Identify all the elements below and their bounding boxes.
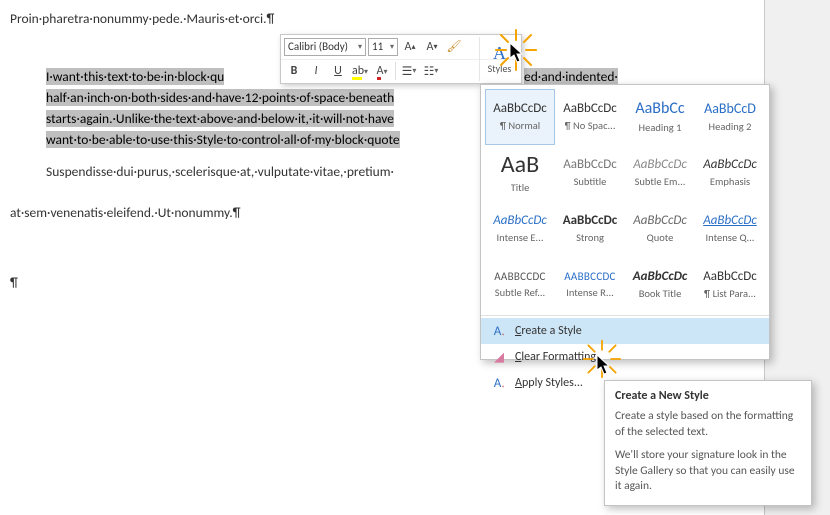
style-gallery-item[interactable]: AABBCCDC Subtle Ref... xyxy=(485,257,555,313)
body-text-line: Suspendisse·dui·purus,·scelerisque·at,·v… xyxy=(46,162,394,183)
font-color-button[interactable]: A▾ xyxy=(372,61,392,81)
font-size-value: 11 xyxy=(372,40,383,53)
style-preview: AaBbCcDc xyxy=(703,214,757,227)
body-text-selected-line: I·want·this·text·to·be·in·block·qu xyxy=(46,67,224,88)
style-preview: AaBbCcDc xyxy=(563,158,617,171)
style-preview: AaBbCcDc xyxy=(563,102,617,115)
style-gallery-item[interactable]: AaBbCcDc Quote xyxy=(625,201,695,257)
style-gallery-item[interactable]: AaBbCcD Heading 2 xyxy=(695,89,765,145)
style-label: Subtle Em... xyxy=(635,175,686,188)
style-preview: AaBbCcDc xyxy=(493,214,547,227)
tooltip: Create a New Style Create a style based … xyxy=(604,380,812,506)
style-preview: AaBbCcDc xyxy=(633,270,688,283)
chevron-down-icon: ▾ xyxy=(358,42,362,52)
style-label: Subtle Ref... xyxy=(495,286,545,299)
pilcrow: ¶ xyxy=(10,273,18,294)
font-name-value: Calibri (Body) xyxy=(288,40,348,53)
selected-text: ed·and·indented· xyxy=(524,68,618,85)
style-label: Emphasis xyxy=(710,175,750,188)
style-label: Intense Q... xyxy=(706,231,755,244)
styles-icon: A xyxy=(493,44,506,62)
style-preview: AaB xyxy=(501,153,539,177)
style-label: Intense E... xyxy=(497,231,544,244)
body-text-selected-line: starts·again.·Unlike·the·text·above·and·… xyxy=(46,109,394,130)
style-gallery-item[interactable]: AaBbCcDc Intense Q... xyxy=(695,201,765,257)
style-gallery-item[interactable]: AaBbCcDc Book Title xyxy=(625,257,695,313)
underline-button[interactable]: U xyxy=(328,61,348,81)
style-label: Heading 2 xyxy=(709,120,752,133)
style-gallery-item[interactable]: AaBbCcDc Subtitle xyxy=(555,145,625,201)
style-gallery-item[interactable]: AaBbCcDc ¶ No Spac... xyxy=(555,89,625,145)
styles-button[interactable]: A Styles xyxy=(479,37,519,81)
grow-font-button[interactable]: A▴ xyxy=(400,37,420,57)
numbering-button[interactable]: ☷▾ xyxy=(421,61,441,81)
menu-label: Clear Formatting xyxy=(515,350,596,364)
style-preview: AaBbCcD xyxy=(704,102,756,116)
body-text-selected-line: want·to·be·able·to·use·this·Style·to·con… xyxy=(46,130,400,151)
format-painter-button[interactable]: 🖌 xyxy=(444,37,464,57)
selected-text: half·an·inch·on·both·sides·and·have·12·p… xyxy=(46,89,394,106)
style-label: ¶ Normal xyxy=(500,119,540,132)
styles-label: Styles xyxy=(488,62,512,75)
style-preview: AaBbCcDc xyxy=(493,102,547,115)
style-preview: AaBbCcDc xyxy=(703,158,757,171)
styles-gallery-grid: AaBbCcDc¶ NormalAaBbCcDc¶ No Spac...AaBb… xyxy=(481,85,769,315)
body-text-line: Proin·pharetra·nonummy·pede.·Mauris·et·o… xyxy=(10,9,274,30)
style-label: ¶ No Spac... xyxy=(565,119,616,132)
style-preview: AABBCCDC xyxy=(564,271,615,282)
style-gallery-item[interactable]: AABBCCDC Intense R... xyxy=(555,257,625,313)
tooltip-text: Create a style based on the formatting o… xyxy=(615,409,801,440)
style-preview: AaBbCcDc xyxy=(703,270,757,283)
create-style-icon: A₄ xyxy=(491,324,507,339)
style-label: Title xyxy=(511,181,530,194)
style-gallery-item[interactable]: AaBbCcDc ¶ List Para... xyxy=(695,257,765,313)
style-label: Quote xyxy=(647,231,674,244)
style-preview: AaBbCc xyxy=(635,101,684,117)
italic-button[interactable]: I xyxy=(306,61,326,81)
style-gallery-item[interactable]: AaBbCcDc ¶ Normal xyxy=(485,89,555,145)
style-gallery-item[interactable]: AaBbCcDc Intense E... xyxy=(485,201,555,257)
eraser-icon: ◢ xyxy=(491,350,507,365)
style-label: Strong xyxy=(576,231,604,244)
style-label: ¶ List Para... xyxy=(704,287,756,300)
styles-gallery-dropdown: AaBbCcDc¶ NormalAaBbCcDc¶ No Spac...AaBb… xyxy=(480,84,770,360)
style-label: Heading 1 xyxy=(639,121,682,134)
mini-toolbar: Calibri (Body) ▾ 11 ▾ A▴ A▾ 🖌 B I U ab▾ … xyxy=(280,34,522,84)
style-gallery-item[interactable]: AaBbCcDc Strong xyxy=(555,201,625,257)
font-name-combo[interactable]: Calibri (Body) ▾ xyxy=(284,38,366,56)
body-text-selected-line: half·an·inch·on·both·sides·and·have·12·p… xyxy=(46,88,394,109)
shrink-font-button[interactable]: A▾ xyxy=(422,37,442,57)
selected-text: starts·again.·Unlike·the·text·above·and·… xyxy=(46,110,394,127)
style-preview: AaBbCcDc xyxy=(633,158,687,171)
selected-text: I·want·this·text·to·be·in·block·qu xyxy=(46,68,224,85)
bold-button[interactable]: B xyxy=(284,61,304,81)
style-gallery-item[interactable]: AaBbCc Heading 1 xyxy=(625,89,695,145)
tooltip-text: We'll store your signature look in the S… xyxy=(615,448,801,495)
body-text-line: at·sem·venenatis·eleifend.·Ut·nonummy.¶ xyxy=(10,203,241,224)
chevron-down-icon: ▾ xyxy=(390,42,394,52)
style-gallery-item[interactable]: AaBbCcDc Emphasis xyxy=(695,145,765,201)
highlight-button[interactable]: ab▾ xyxy=(350,61,370,81)
style-preview: AaBbCcDc xyxy=(633,214,687,227)
style-label: Intense R... xyxy=(566,286,614,299)
separator xyxy=(395,62,396,80)
style-label: Subtitle xyxy=(574,175,607,188)
selected-text: want·to·be·able·to·use·this·Style·to·con… xyxy=(46,131,400,148)
clear-formatting-menu-item[interactable]: ◢ Clear Formatting xyxy=(481,344,769,370)
menu-label: Apply Styles... xyxy=(515,376,583,390)
style-label: Book Title xyxy=(639,287,682,300)
bullets-button[interactable]: ☰▾ xyxy=(399,61,419,81)
font-size-combo[interactable]: 11 ▾ xyxy=(368,38,398,56)
create-style-menu-item[interactable]: A₄ Create a Style xyxy=(481,318,769,344)
style-gallery-item[interactable]: AaB Title xyxy=(485,145,555,201)
style-preview: AABBCCDC xyxy=(494,271,545,282)
apply-styles-icon: A₄ xyxy=(491,376,507,391)
style-gallery-item[interactable]: AaBbCcDc Subtle Em... xyxy=(625,145,695,201)
style-preview: AaBbCcDc xyxy=(563,214,618,227)
menu-label: Create a Style xyxy=(515,324,582,338)
tooltip-title: Create a New Style xyxy=(615,389,801,403)
